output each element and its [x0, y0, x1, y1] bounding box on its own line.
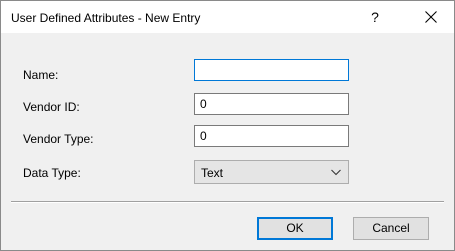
- vendor-id-field[interactable]: [194, 93, 349, 115]
- window-title: User Defined Attributes - New Entry: [11, 11, 201, 25]
- close-button[interactable]: [411, 3, 451, 31]
- data-type-select[interactable]: Text: [194, 160, 349, 184]
- vendor-type-label: Vendor Type:: [23, 132, 94, 146]
- ok-button[interactable]: OK: [257, 217, 333, 240]
- vendor-type-field[interactable]: [194, 125, 349, 147]
- data-type-selected-value: Text: [201, 166, 224, 180]
- close-icon: [425, 11, 437, 23]
- cancel-button[interactable]: Cancel: [353, 217, 429, 240]
- name-label: Name:: [23, 68, 59, 82]
- name-field[interactable]: [194, 59, 349, 81]
- chevron-down-icon: [331, 169, 341, 176]
- vendor-id-label: Vendor ID:: [23, 100, 80, 114]
- data-type-label: Data Type:: [23, 166, 81, 180]
- help-button[interactable]: ?: [361, 5, 389, 29]
- dialog-window: User Defined Attributes - New Entry ? Na…: [0, 0, 455, 251]
- separator: [11, 201, 444, 203]
- title-bar: User Defined Attributes - New Entry ?: [1, 1, 454, 33]
